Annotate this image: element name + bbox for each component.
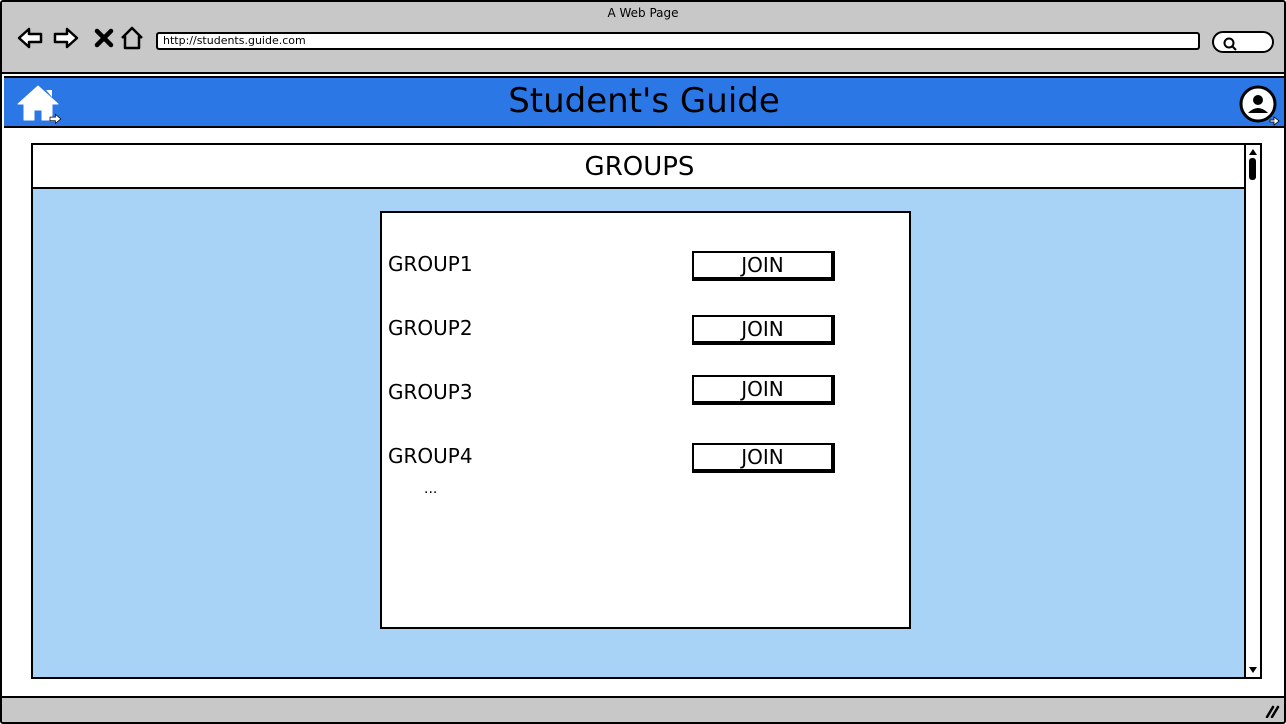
scroll-down-arrow-icon[interactable] (1247, 664, 1259, 676)
scroll-up-arrow-icon[interactable] (1247, 146, 1259, 158)
group-name: GROUP2 (388, 316, 473, 340)
list-item: GROUP1 JOIN (382, 249, 909, 283)
browser-toolbar: A Web Page http://students.guide.com (2, 2, 1284, 74)
user-profile-icon[interactable] (1234, 82, 1282, 126)
status-bar (2, 696, 1284, 722)
groups-list: GROUP1 JOIN GROUP2 JOIN GROUP3 JOIN GROU… (380, 211, 911, 629)
join-button[interactable]: JOIN (692, 443, 835, 473)
join-button[interactable]: JOIN (692, 315, 835, 345)
stop-icon[interactable] (90, 24, 118, 52)
more-groups-indicator: ... (424, 481, 438, 497)
home-icon[interactable] (118, 24, 146, 52)
url-input[interactable]: http://students.guide.com (156, 32, 1200, 50)
resize-grip-icon[interactable] (1264, 704, 1280, 718)
group-name: GROUP3 (388, 380, 473, 404)
app-title: Student's Guide (508, 81, 780, 121)
list-item: GROUP2 JOIN (382, 313, 909, 347)
search-button[interactable] (1212, 31, 1274, 53)
forward-arrow-icon[interactable] (52, 24, 80, 52)
group-name: GROUP1 (388, 252, 473, 276)
scroll-thumb[interactable] (1249, 158, 1256, 180)
group-name: GROUP4 (388, 444, 473, 468)
search-icon (1223, 37, 1237, 51)
panel-title: GROUPS (33, 145, 1246, 189)
vertical-scrollbar[interactable] (1244, 145, 1260, 677)
list-item: GROUP4 JOIN (382, 441, 909, 475)
join-button[interactable]: JOIN (692, 251, 835, 281)
browser-window: A Web Page http://students.guide.com Stu… (0, 0, 1286, 724)
app-header: Student's Guide (4, 76, 1284, 128)
join-button[interactable]: JOIN (692, 375, 835, 405)
window-title: A Web Page (607, 6, 679, 20)
list-item: GROUP3 JOIN (382, 375, 909, 409)
groups-panel: GROUPS GROUP1 JOIN GROUP2 JOIN GROUP3 JO… (31, 143, 1262, 679)
back-arrow-icon[interactable] (16, 24, 44, 52)
